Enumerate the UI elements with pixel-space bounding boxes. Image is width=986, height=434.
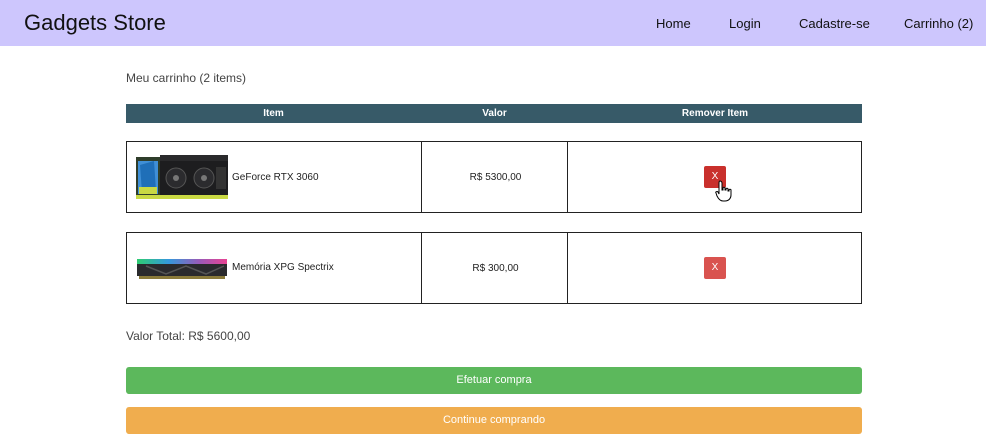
cart-total: Valor Total: R$ 5600,00 — [126, 329, 251, 343]
store-brand[interactable]: Gadgets Store — [24, 10, 166, 36]
ram-module-image — [137, 259, 227, 279]
checkout-button[interactable]: Efetuar compra — [126, 367, 862, 394]
nav-signup-link[interactable]: Cadastre-se — [799, 16, 870, 31]
column-header-remover: Remover Item — [681, 108, 749, 119]
column-header-item: Item — [263, 108, 284, 119]
top-navbar: Gadgets Store Home Login Cadastre-se Car… — [0, 0, 986, 46]
hand-pointer-cursor-icon — [715, 180, 732, 202]
product-name: GeForce RTX 3060 — [232, 172, 319, 183]
nav-login-link[interactable]: Login — [729, 16, 761, 31]
cart-table-header: Item Valor Remover Item — [126, 104, 862, 123]
cell-divider — [421, 142, 422, 212]
nav-cart-link[interactable]: Carrinho (2) — [904, 16, 973, 31]
column-header-valor: Valor — [482, 108, 507, 119]
cart-row: GeForce RTX 3060 R$ 5300,00 X — [126, 141, 862, 213]
remove-item-button[interactable]: X — [704, 257, 726, 279]
graphics-card-image — [136, 155, 228, 199]
product-name: Memória XPG Spectrix — [232, 262, 334, 273]
product-price: R$ 300,00 — [472, 263, 519, 274]
cart-title: Meu carrinho (2 items) — [126, 71, 247, 85]
cell-divider — [421, 233, 422, 303]
product-price: R$ 5300,00 — [469, 172, 522, 183]
continue-shopping-button[interactable]: Continue comprando — [126, 407, 862, 434]
cart-row: Memória XPG Spectrix R$ 300,00 X — [126, 232, 862, 304]
nav-home-link[interactable]: Home — [656, 16, 691, 31]
